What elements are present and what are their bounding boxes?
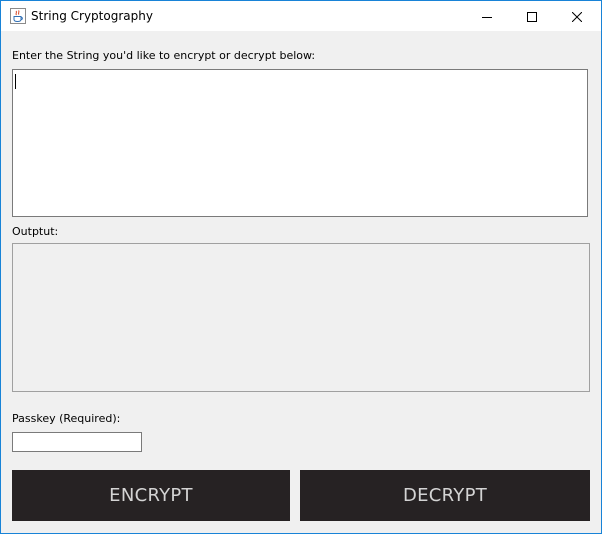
maximize-icon: [527, 7, 537, 26]
app-window: String Cryptography Enter the String you…: [0, 0, 602, 534]
output-label: Outptut:: [12, 225, 59, 238]
window-title: String Cryptography: [31, 9, 153, 23]
passkey-label: Passkey (Required):: [12, 412, 121, 425]
minimize-button[interactable]: [464, 1, 510, 31]
title-bar[interactable]: String Cryptography: [1, 1, 601, 31]
input-textarea[interactable]: [12, 69, 588, 217]
output-textarea[interactable]: [12, 243, 590, 392]
passkey-input[interactable]: [12, 432, 142, 452]
java-cup-icon: [10, 8, 26, 24]
encrypt-button[interactable]: ENCRYPT: [12, 470, 290, 521]
close-button[interactable]: [554, 1, 600, 31]
input-label: Enter the String you'd like to encrypt o…: [12, 49, 316, 62]
close-icon: [571, 7, 583, 26]
minimize-icon: [482, 7, 492, 26]
text-caret: [15, 74, 16, 89]
decrypt-button[interactable]: DECRYPT: [300, 470, 590, 521]
maximize-button[interactable]: [509, 1, 555, 31]
